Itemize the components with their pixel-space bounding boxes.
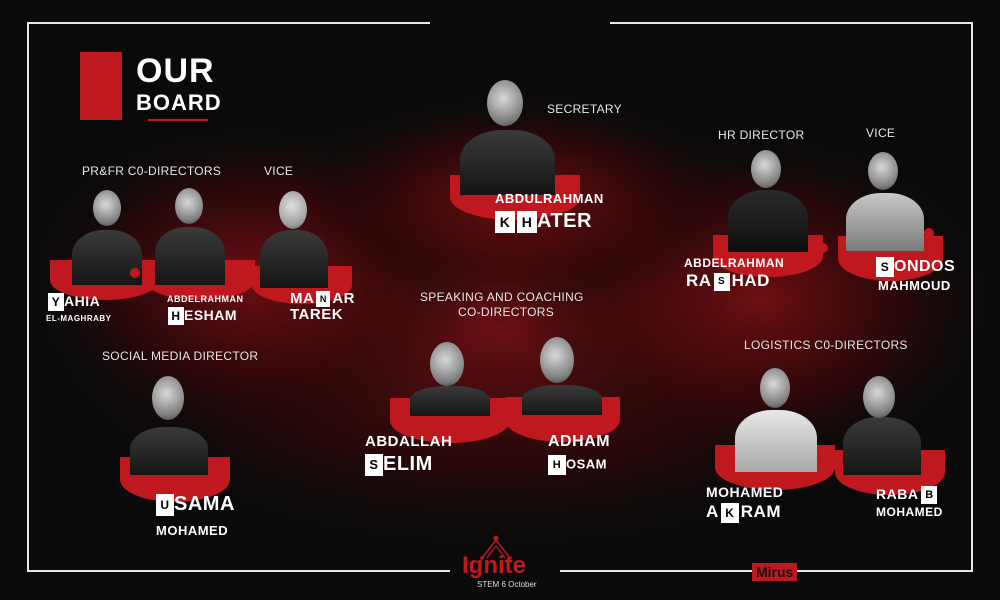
accent-dot [818,243,828,253]
accent-dot [924,228,934,238]
element-box: K [720,502,739,523]
name-part: SAMA [174,493,235,515]
accent-dot [236,274,246,284]
name-akram: A K RAM [706,502,781,523]
element-box: N [316,291,331,308]
name-khater: K H ATER [495,210,592,233]
element-box: B [921,486,938,505]
name-sondos: S ONDOS [876,257,955,277]
name-selim-line1: ABDALLAH [365,433,453,450]
member-photo-hesham [145,185,255,300]
role-speaking-line2: CO-DIRECTORS [458,305,555,319]
name-part: RABA [876,486,919,502]
member-photo-selim [390,338,510,448]
element-box: H [168,307,184,326]
name-part: RA [686,271,712,290]
name-khater-line1: ABDULRAHMAN [495,191,604,206]
member-photo-akram [715,365,835,490]
name-hesham-line1: ABDELRAHMAN [167,294,244,304]
name-part: ONDOS [894,258,956,276]
name-part: RAM [740,502,781,521]
name-yahia: Y AHIA [48,293,101,312]
name-rabab: RABA B [876,486,938,505]
name-osama: U SAMA [156,493,235,516]
name-part: AHIA [64,293,101,309]
member-photo-hosam [505,335,620,445]
name-part: OSAM [566,456,607,472]
title-underline [148,119,208,121]
name-part: ATER [537,210,592,232]
name-selim: S ELIM [365,453,433,476]
mirus-logo: Mirus [752,563,798,581]
name-hesham: H ESHAM [168,307,238,326]
name-manar: MA N AR [290,290,355,308]
element-box: U [156,493,174,516]
name-part: ELIM [383,453,433,475]
member-photo-yahia [50,185,160,300]
title-accent-block [80,52,122,120]
element-box: H [548,455,566,475]
name-yahia-line2: EL-MAGHRABY [46,314,112,323]
role-prfr: PR&FR C0-DIRECTORS [82,164,222,178]
accent-dot [820,455,830,465]
member-photo-rabab [835,372,945,495]
name-part: AR [332,290,355,307]
ignite-logo-subtitle: STEM 6 October [477,580,537,589]
element-box: H [517,210,537,233]
role-vice-right: VICE [866,126,896,140]
element-box: S [876,257,894,277]
role-hr: HR DIRECTOR [718,128,805,142]
accent-dot [130,268,140,278]
name-manar-line2: TAREK [290,306,344,323]
frame-notch [430,14,610,30]
name-part: A [706,502,719,521]
ignite-logo: Ignite [462,552,526,579]
name-rashad-line1: ABDELRAHMAN [684,256,785,270]
name-part: ESHAM [184,307,238,323]
name-rashad: RA S HAD [686,271,770,291]
name-rabab-line2: MOHAMED [876,505,943,519]
member-photo-manar [252,188,352,304]
member-photo-osama [120,372,230,502]
element-box: Y [48,293,64,312]
role-vice-left: VICE [264,164,294,178]
name-part: HAD [731,271,770,290]
name-sondos-line2: MAHMOUD [878,278,951,293]
role-logistics: LOGISTICS C0-DIRECTORS [744,338,908,352]
page-title-line1: OUR [136,52,215,90]
page-title-line2: BOARD [136,90,222,115]
name-part: MA [290,290,315,307]
name-akram-line1: MOHAMED [706,484,784,500]
role-speaking-line1: SPEAKING AND COACHING [420,290,584,304]
name-hosam: H OSAM [548,455,607,475]
element-box: S [713,272,730,291]
element-box: S [365,453,383,476]
name-osama-line2: MOHAMED [156,523,229,538]
role-social: SOCIAL MEDIA DIRECTOR [102,349,259,363]
name-hosam-line1: ADHAM [548,433,611,450]
element-box: K [495,210,515,233]
